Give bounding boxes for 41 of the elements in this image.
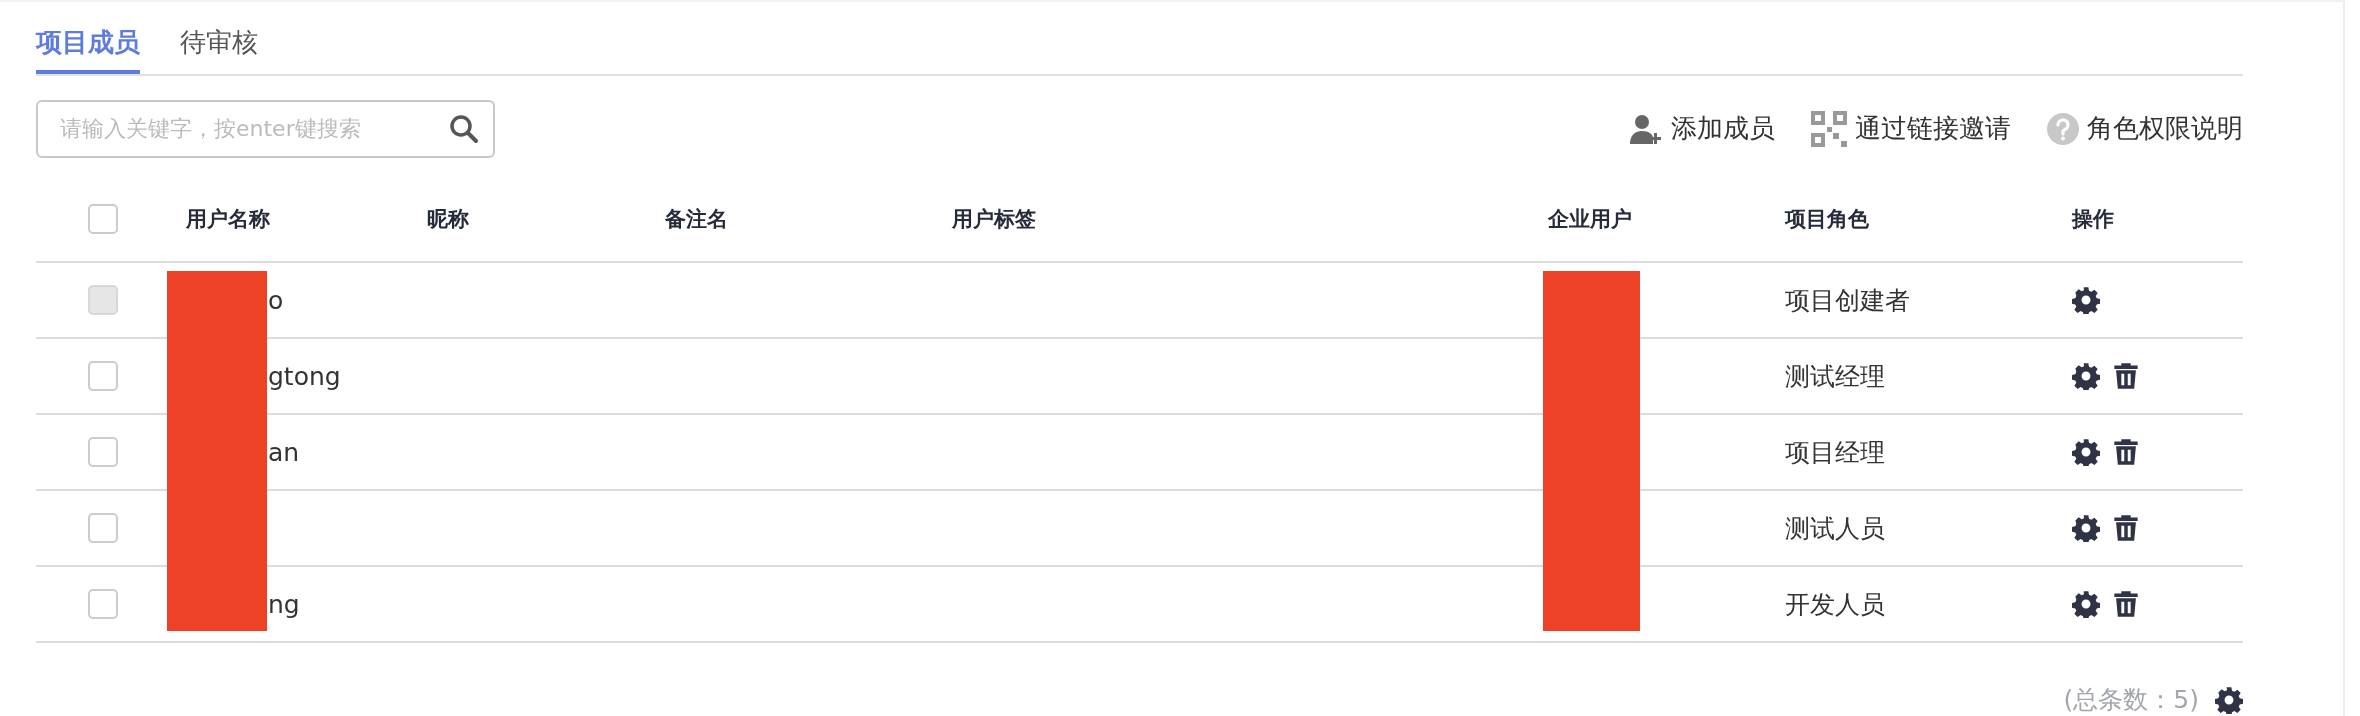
- action-link[interactable]: 角色权限说明: [2047, 111, 2243, 147]
- table-cell: o: [268, 285, 284, 315]
- column-header: 项目角色: [1785, 207, 1869, 232]
- column-header: 备注名: [665, 207, 728, 232]
- settings-icon[interactable]: [2072, 514, 2100, 542]
- checkbox[interactable]: [88, 589, 118, 619]
- search-box[interactable]: 请输入关键字，按enter键搜索: [36, 99, 495, 158]
- checkbox[interactable]: [88, 513, 118, 543]
- checkbox[interactable]: [88, 437, 118, 467]
- table-cell: an: [268, 437, 300, 467]
- delete-icon[interactable]: [2114, 438, 2138, 466]
- add-user-icon: [1629, 112, 1663, 145]
- help-icon: [2047, 112, 2079, 145]
- delete-icon[interactable]: [2114, 514, 2138, 542]
- column-header: 企业用户: [1548, 207, 1632, 232]
- settings-icon[interactable]: [2215, 685, 2243, 714]
- action-link[interactable]: 添加成员: [1629, 111, 1775, 147]
- settings-icon[interactable]: [2072, 362, 2100, 390]
- action-link[interactable]: 通过链接邀请: [1811, 110, 2011, 147]
- column-header: 用户标签: [952, 207, 1036, 232]
- checkbox[interactable]: [88, 361, 118, 391]
- column-header: 用户名称: [186, 207, 270, 232]
- checkbox[interactable]: [88, 204, 118, 235]
- table-cell: 开发人员: [1785, 589, 1885, 619]
- column-header: 昵称: [427, 207, 469, 232]
- table-cell: 项目经理: [1785, 437, 1885, 467]
- settings-icon[interactable]: [2072, 438, 2100, 466]
- search-icon: [449, 113, 479, 144]
- table-cell: 项目创建者: [1785, 285, 1910, 315]
- delete-icon[interactable]: [2114, 590, 2138, 618]
- table-cell: gtong: [268, 361, 341, 391]
- table-cell: 测试经理: [1785, 361, 1885, 391]
- column-header: 操作: [2072, 207, 2114, 232]
- qr-code-icon: [1811, 110, 1847, 147]
- tab[interactable]: 项目成员: [36, 24, 140, 74]
- table-cell: 测试人员: [1785, 513, 1885, 543]
- tab[interactable]: 待审核: [180, 24, 258, 74]
- total-count: (总条数：5): [2063, 684, 2199, 716]
- settings-icon[interactable]: [2072, 590, 2100, 618]
- delete-icon[interactable]: [2114, 362, 2138, 390]
- table-cell: ng: [268, 589, 300, 619]
